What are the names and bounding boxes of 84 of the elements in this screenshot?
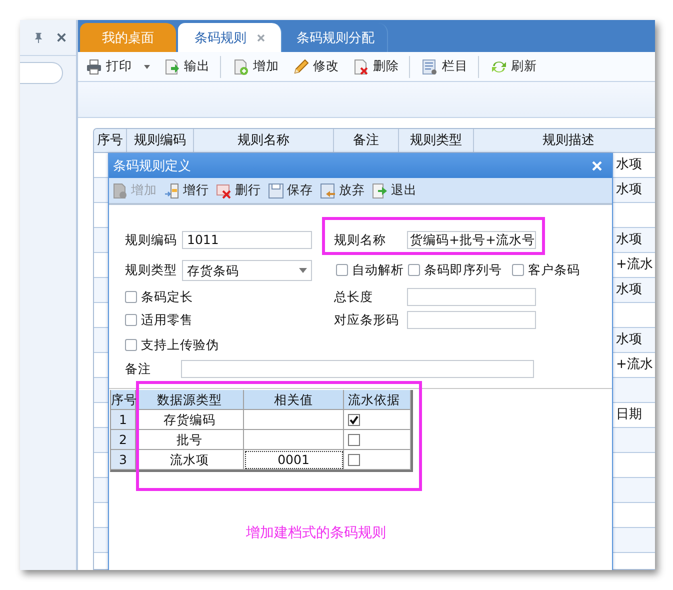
row-number: 2 — [111, 430, 136, 450]
checkbox-label: 客户条码 — [528, 262, 580, 278]
table-cell: 日期 — [616, 407, 642, 422]
checkbox[interactable] — [125, 339, 137, 351]
caret-icon[interactable] — [144, 64, 150, 68]
table-cell[interactable]: 0001 — [244, 450, 344, 470]
column-header: 相关值 — [244, 390, 344, 410]
dialog-title: 条码规则定义 — [113, 158, 191, 174]
checkbox[interactable] — [125, 314, 137, 326]
field-label: 对应条形码 — [334, 312, 400, 328]
field-label: 总长度 — [334, 288, 374, 306]
checkbox[interactable] — [408, 264, 420, 276]
toolbar-button[interactable]: 增加 — [233, 58, 279, 75]
field-label: 备注 — [125, 360, 151, 378]
checkbox-label: 适用零售 — [141, 312, 193, 328]
toolbar-button[interactable]: 退出 — [372, 182, 417, 199]
toolbar-button[interactable]: 输出 — [164, 58, 210, 75]
document-arrow-icon — [372, 182, 388, 198]
checkbox-label: 条码即序列号 — [424, 262, 502, 278]
checkbox[interactable] — [125, 291, 137, 303]
annotation-text: 增加建档式的条码规则 — [246, 524, 386, 542]
column-header: 规则描述 — [474, 129, 655, 152]
table-cell: 水项 — [616, 332, 642, 347]
toolbar-button[interactable]: 放弃 — [320, 182, 365, 199]
column-header: 规则名称 — [194, 129, 334, 152]
search-field[interactable] — [20, 62, 63, 84]
row-number: 3 — [111, 450, 136, 470]
table-cell[interactable] — [244, 430, 344, 450]
table-cell: +流水 — [616, 257, 653, 272]
column-header: 序号 — [111, 390, 136, 410]
column-header: 规则编码 — [127, 129, 194, 152]
toolbar-button[interactable]: 删行 — [216, 182, 261, 199]
toolbar-button[interactable]: 栏目 — [422, 58, 468, 75]
toolbar-button[interactable]: 打印 — [86, 58, 150, 75]
column-header: 规则类型 — [399, 129, 474, 152]
close-icon[interactable] — [56, 32, 67, 43]
pin-icon[interactable] — [33, 32, 44, 43]
add-row-icon — [164, 182, 180, 198]
document-arrow-icon — [164, 58, 180, 74]
input-field[interactable]: 货编码+批号+流水号 — [407, 231, 536, 249]
row-cross-icon — [216, 182, 232, 198]
input-field[interactable] — [407, 311, 536, 329]
document-cross-icon — [353, 58, 369, 74]
table-cell[interactable] — [244, 410, 344, 430]
column-header: 备注 — [334, 129, 399, 152]
toolbar-button[interactable]: 保存 — [268, 182, 313, 199]
checkbox[interactable] — [336, 264, 348, 276]
dropdown[interactable]: 存货条码 — [182, 260, 312, 280]
table-cell: 水项 — [616, 282, 642, 297]
refresh-icon — [491, 58, 507, 74]
column-header: 数据源类型 — [136, 390, 244, 410]
checkbox[interactable] — [348, 434, 360, 446]
toolbar-button[interactable]: 刷新 — [491, 58, 537, 75]
table-cell: 水项 — [616, 157, 642, 172]
checkbox-label: 自动解析 — [352, 262, 404, 278]
field-label: 规则名称 — [334, 232, 387, 248]
tab[interactable]: 条码规则 — [178, 23, 282, 52]
row-number: 1 — [111, 410, 136, 430]
floppy-icon — [268, 182, 284, 198]
column-header: 流水依据 — [344, 390, 411, 410]
column-header: 序号 — [94, 129, 127, 152]
toolbar-button[interactable]: 增行 — [164, 182, 209, 199]
caret-icon — [299, 268, 307, 272]
toolbar-button[interactable]: 修改 — [293, 58, 339, 75]
input-field[interactable] — [181, 360, 534, 378]
table-cell: 水项 — [616, 232, 642, 247]
checkbox[interactable] — [348, 414, 360, 426]
checkbox-label: 条码定长 — [141, 288, 193, 306]
input-field[interactable]: 1011 — [182, 231, 312, 249]
close-icon[interactable] — [256, 34, 264, 42]
field-label: 规则编码 — [125, 232, 178, 248]
document-plus-icon — [233, 58, 249, 74]
field-label: 规则类型 — [125, 262, 178, 278]
pencil-icon — [293, 58, 309, 74]
printer-icon — [86, 58, 102, 74]
toolbar-button[interactable]: 删除 — [353, 58, 399, 75]
checkbox[interactable] — [512, 264, 524, 276]
table-cell: 水项 — [616, 182, 642, 197]
checkbox[interactable] — [348, 454, 360, 466]
input-field[interactable] — [407, 288, 536, 306]
checkbox-label: 支持上传验伪 — [141, 336, 219, 354]
list-gear-icon — [422, 58, 438, 74]
table-cell: +流水 — [616, 357, 653, 372]
document-plus-icon — [112, 182, 128, 198]
